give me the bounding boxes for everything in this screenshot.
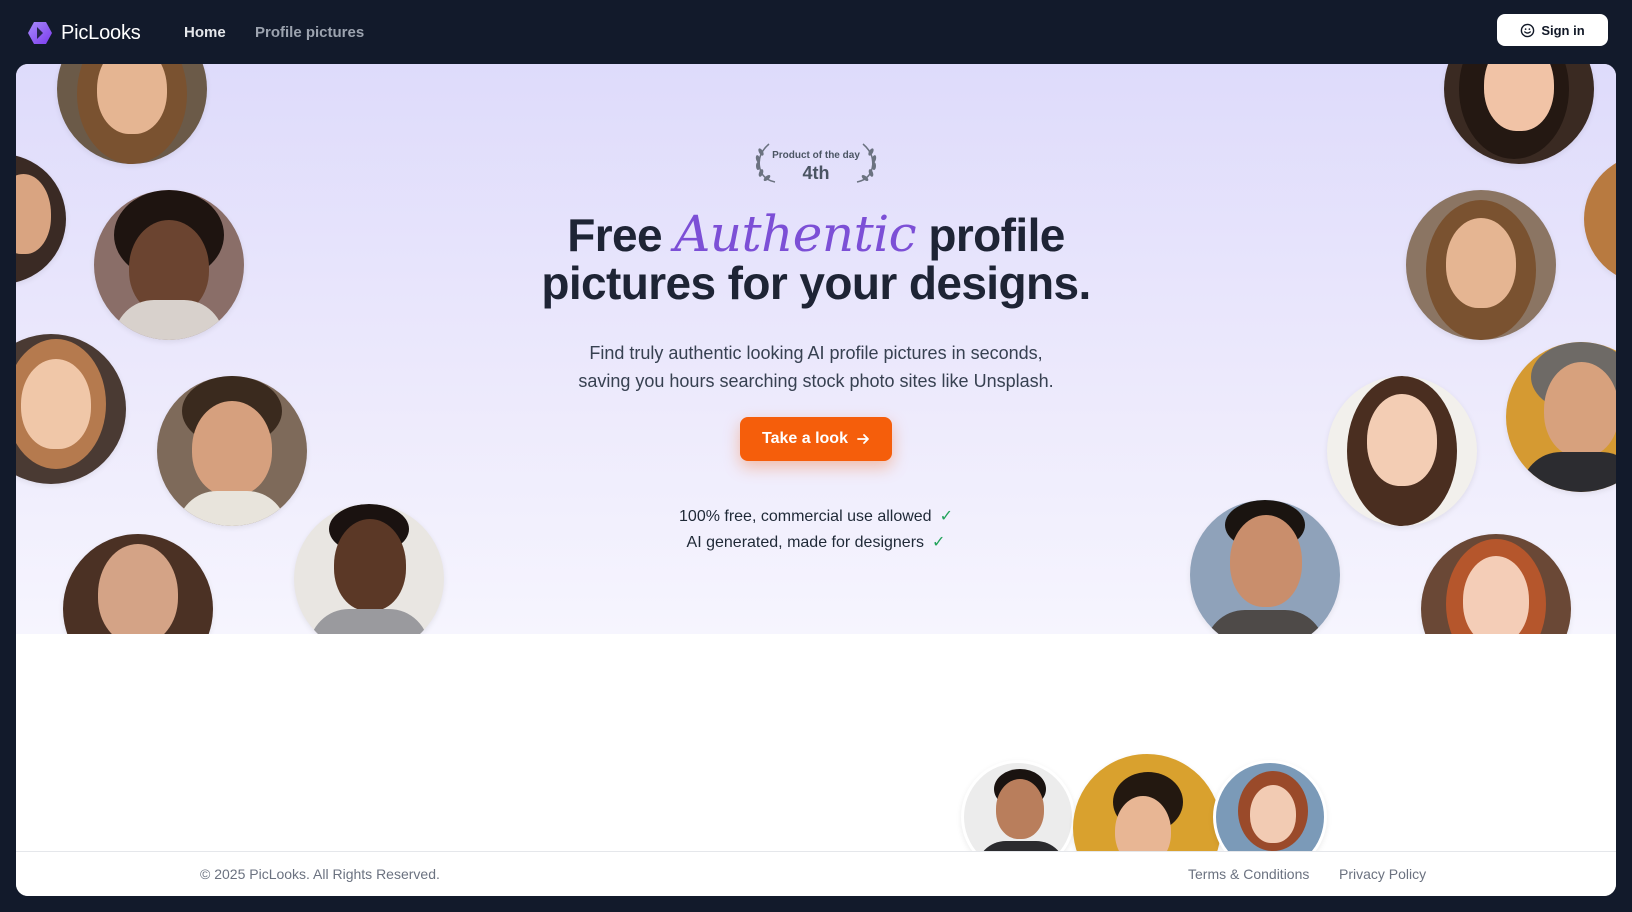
piclooks-logo-icon [28,22,52,44]
headline-accent-word: Authentic [674,205,917,263]
profile-photo [16,334,126,484]
brand-logo[interactable]: PicLooks [27,20,141,46]
profile-photo [63,534,213,634]
check-icon: ✓ [939,508,953,525]
hero-headline: Free Authentic profile pictures for your… [416,209,1216,309]
profile-photo [1584,154,1616,284]
feature-item: 100% free, commercial use allowed ✓ [516,506,1116,526]
profile-photo [1421,534,1571,634]
arrow-right-icon [857,434,869,444]
profile-photo [1190,500,1340,634]
headline-free: Free [567,209,663,261]
top-navigation: PicLooks Home Profile pictures Sign in [0,0,1632,64]
terms-link[interactable]: Terms & Conditions [1188,866,1309,882]
feature-text: 100% free, commercial use allowed [679,508,932,525]
headline-line2: pictures for your designs. [541,257,1091,309]
profile-photo [94,190,244,340]
profile-photo [57,64,207,164]
feature-text: AI generated, made for designers [686,534,925,551]
nav-home-link[interactable]: Home [184,24,226,41]
sign-in-label: Sign in [1541,22,1585,38]
profile-photo [157,376,307,526]
subtitle-line-1: Find truly authentic looking AI profile … [589,343,1043,363]
subtitle-line-2: saving you hours searching stock photo s… [578,371,1054,391]
product-of-the-day-badge: Product of the day 4th [751,142,881,186]
take-a-look-button[interactable]: Take a look [740,417,892,461]
hero-subtitle: Find truly authentic looking AI profile … [466,339,1166,395]
profile-photo [16,154,66,284]
feature-item: AI generated, made for designers ✓ [516,532,1116,552]
profile-photo [1444,64,1594,164]
headline-profile: profile [928,209,1065,261]
copyright-text: © 2025 PicLooks. All Rights Reserved. [200,866,440,882]
profile-photo [294,504,444,634]
profile-photo [1327,376,1477,526]
avatar-stack [961,754,1327,896]
sign-in-button[interactable]: Sign in [1497,14,1608,46]
check-icon: ✓ [932,534,946,551]
smile-icon [1521,23,1535,37]
profile-photo [1406,190,1556,340]
brand-name: PicLooks [61,21,141,44]
main-card: Product of the day 4th Free Authentic pr… [16,64,1616,896]
nav-profile-pictures-link[interactable]: Profile pictures [255,24,364,41]
cta-label: Take a look [762,430,848,447]
footer: © 2025 PicLooks. All Rights Reserved. Te… [16,851,1616,896]
laurel-right-icon [856,143,877,183]
profile-photo [1506,342,1616,492]
privacy-link[interactable]: Privacy Policy [1339,866,1426,882]
hero-section: Product of the day 4th Free Authentic pr… [16,64,1616,634]
